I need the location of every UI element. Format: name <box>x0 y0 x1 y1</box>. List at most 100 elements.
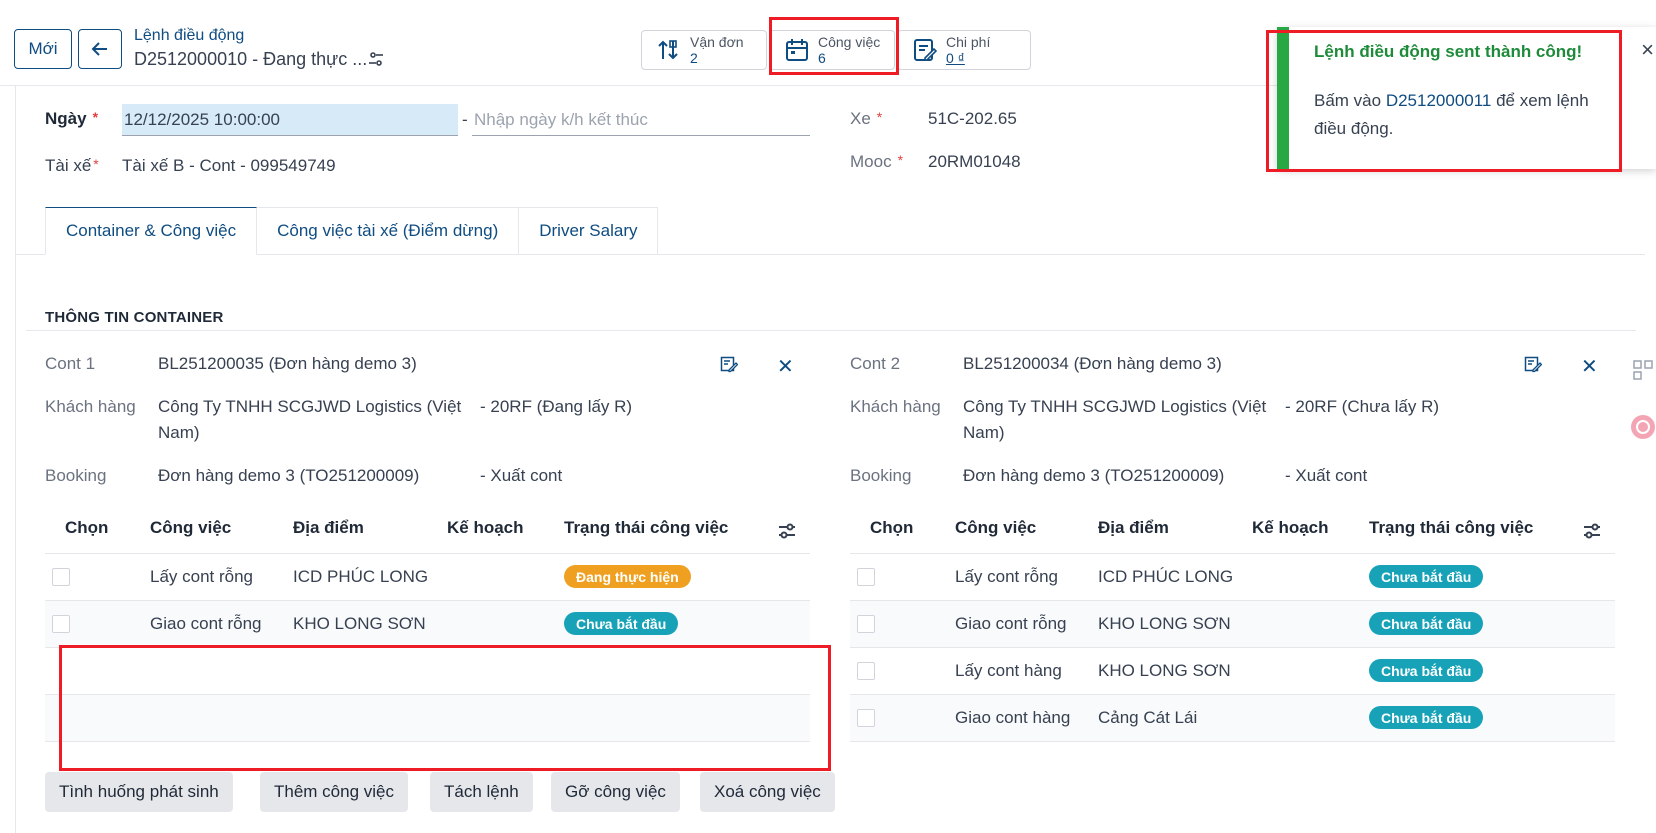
cont-1-label: Cont 1 <box>45 354 96 373</box>
col-chon[interactable]: Chọn <box>870 518 913 538</box>
col-dia-diem[interactable]: Địa điểm <box>1098 518 1169 538</box>
remove-cont-1-icon[interactable]: ✕ <box>777 354 794 379</box>
row-checkbox[interactable] <box>857 568 875 586</box>
van-don-count: 2 <box>690 50 698 66</box>
col-cong-viec[interactable]: Công việc <box>955 518 1036 538</box>
success-notification: Lệnh điều động sent thành công! Bấm vào … <box>1277 27 1656 169</box>
booking-2-field[interactable]: Đơn hàng demo 3 (TO251200009) <box>963 466 1224 486</box>
notification-body: Bấm vào D2512000011 để xem lệnh điều độn… <box>1314 91 1589 138</box>
column-settings-icon[interactable] <box>1582 521 1602 541</box>
table-row[interactable]: Lấy cont rỗng ICD PHÚC LONG Đang thực hi… <box>45 554 810 601</box>
ngay-start-input[interactable]: 12/12/2025 10:00:00 <box>122 104 458 136</box>
cong-viec-label: Công việc <box>818 34 881 50</box>
column-settings-icon[interactable] <box>777 521 797 541</box>
khach-hang-1-label: Khách hàng <box>45 397 136 416</box>
chi-phi-smart-button[interactable]: Chi phí 0 ₫ <box>897 30 1031 70</box>
khach-hang-2-label: Khách hàng <box>850 397 941 416</box>
cont-2-label: Cont 2 <box>850 354 901 373</box>
place-cell: Cảng Cát Lái <box>1098 708 1198 727</box>
tab-cong-viec-tai-xe[interactable]: Công việc tài xế (Điểm dừng) <box>257 207 520 255</box>
go-cong-viec-button[interactable]: Gỡ công việc <box>551 772 680 812</box>
place-cell: KHO LONG SƠN <box>1098 661 1231 680</box>
chi-phi-amount: 0 ₫ <box>946 50 965 66</box>
status-badge: Chưa bắt đầu <box>1369 659 1484 682</box>
col-trang-thai[interactable]: Trạng thái công việc <box>1369 518 1533 538</box>
tinh-huong-phat-sinh-button[interactable]: Tình huống phát sinh <box>45 772 233 812</box>
booking-2-type: - Xuất cont <box>1285 466 1368 485</box>
booking-1-type: - Xuất cont <box>480 466 563 485</box>
status-badge: Chưa bắt đầu <box>1369 565 1484 588</box>
tach-lenh-button[interactable]: Tách lệnh <box>430 772 533 812</box>
table-row[interactable]: Giao cont hàng Cảng Cát Lái Chưa bắt đầu <box>850 695 1615 742</box>
sort-arrows-icon <box>658 40 678 60</box>
khach-hang-2-line2: Nam) <box>963 423 1005 442</box>
booking-1-field[interactable]: Đơn hàng demo 3 (TO251200009) <box>158 466 419 486</box>
tai-xe-field[interactable]: Tài xế B - Cont - 099549749 <box>122 156 336 176</box>
grid-widget-icon[interactable] <box>1630 357 1656 383</box>
row-checkbox[interactable] <box>52 568 70 586</box>
table-row[interactable]: Lấy cont rỗng ICD PHÚC LONG Chưa bắt đầu <box>850 554 1615 601</box>
table-row[interactable]: Giao cont rỗng KHO LONG SƠN Chưa bắt đầu <box>850 601 1615 648</box>
row-checkbox[interactable] <box>857 709 875 727</box>
khach-hang-1-line2: Nam) <box>158 423 200 442</box>
them-cong-viec-button[interactable]: Thêm công việc <box>260 772 408 812</box>
record-actions-icon[interactable] <box>368 51 384 72</box>
tab-container-cong-viec[interactable]: Container & Công việc <box>45 207 258 255</box>
close-icon[interactable]: × <box>1641 37 1654 63</box>
cong-viec-count: 6 <box>818 50 826 66</box>
translate-widget-icon[interactable] <box>1630 414 1656 440</box>
date-range-separator: - <box>462 110 468 129</box>
notification-title: Lệnh điều động sent thành công! <box>1314 42 1583 61</box>
xe-field[interactable]: 51C-202.65 <box>928 109 1017 129</box>
row-checkbox[interactable] <box>52 615 70 633</box>
edit-icon[interactable] <box>720 355 739 378</box>
arrow-left-icon <box>91 42 107 56</box>
cont-1-field[interactable]: BL251200035 (Đơn hàng demo 3) <box>158 354 417 374</box>
mooc-field[interactable]: 20RM01048 <box>928 152 1021 172</box>
col-dia-diem[interactable]: Địa điểm <box>293 518 364 538</box>
xoa-cong-viec-button[interactable]: Xoá công việc <box>700 772 835 812</box>
status-badge: Chưa bắt đầu <box>1369 706 1484 729</box>
status-badge: Đang thực hiện <box>564 565 691 588</box>
van-don-smart-button[interactable]: Vận đơn 2 <box>641 30 767 70</box>
notebook-tabs: Container & Công việc Công việc tài xế (… <box>45 207 659 255</box>
place-cell: KHO LONG SƠN <box>293 614 426 633</box>
col-cong-viec[interactable]: Công việc <box>150 518 231 538</box>
booking-2-label: Booking <box>850 466 912 485</box>
section-title: THÔNG TIN CONTAINER <box>45 309 224 326</box>
col-ke-hoach[interactable]: Kế hoạch <box>1252 518 1329 538</box>
job-cell: Giao cont rỗng <box>955 614 1067 633</box>
khach-hang-2-line1[interactable]: Công Ty TNHH SCGJWD Logistics (Việt <box>963 397 1266 417</box>
cong-viec-smart-button[interactable]: Công việc 6 <box>769 30 895 70</box>
status-badge: Chưa bắt đầu <box>564 612 679 635</box>
job-cell: Lấy cont hàng <box>955 661 1062 680</box>
row-checkbox[interactable] <box>857 615 875 633</box>
back-button[interactable] <box>78 29 122 69</box>
cont-1-table-header: Chọn Công việc Địa điểm Kế hoạch Trạng t… <box>45 506 810 554</box>
van-don-label: Vận đơn <box>690 34 744 50</box>
breadcrumb-parent-link[interactable]: Lệnh điều động <box>134 27 244 45</box>
col-trang-thai[interactable]: Trạng thái công việc <box>564 518 728 538</box>
booking-1-label: Booking <box>45 466 107 485</box>
job-cell: Lấy cont rỗng <box>955 567 1059 586</box>
cont-2-table-header: Chọn Công việc Địa điểm Kế hoạch Trạng t… <box>850 506 1615 554</box>
col-ke-hoach[interactable]: Kế hoạch <box>447 518 524 538</box>
cont-1-type: - 20RF (Đang lấy R) <box>480 397 633 416</box>
notification-link[interactable]: D2512000011 <box>1386 91 1492 110</box>
tab-driver-salary[interactable]: Driver Salary <box>519 207 659 255</box>
khach-hang-1-line1[interactable]: Công Ty TNHH SCGJWD Logistics (Việt <box>158 397 461 417</box>
empty-table-row <box>45 695 810 742</box>
table-row[interactable]: Lấy cont hàng KHO LONG SƠN Chưa bắt đầu <box>850 648 1615 695</box>
edit-icon[interactable] <box>1524 355 1543 378</box>
ngay-end-input[interactable]: Nhập ngày k/h kết thúc <box>472 104 810 136</box>
table-row[interactable]: Giao cont rỗng KHO LONG SƠN Chưa bắt đầu <box>45 601 810 648</box>
job-cell: Giao cont hàng <box>955 708 1071 727</box>
status-badge: Chưa bắt đầu <box>1369 612 1484 635</box>
row-checkbox[interactable] <box>857 662 875 680</box>
place-cell: ICD PHÚC LONG <box>1098 567 1234 586</box>
place-cell: ICD PHÚC LONG <box>293 567 429 586</box>
remove-cont-2-icon[interactable]: ✕ <box>1581 354 1598 379</box>
cont-2-field[interactable]: BL251200034 (Đơn hàng demo 3) <box>963 354 1222 374</box>
new-button[interactable]: Mới <box>14 29 72 69</box>
col-chon[interactable]: Chọn <box>65 518 108 538</box>
